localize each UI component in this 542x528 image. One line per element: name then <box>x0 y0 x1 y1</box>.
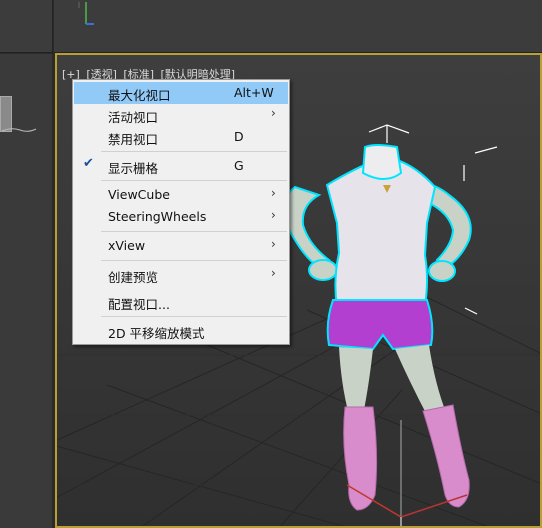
menu-separator <box>101 260 287 261</box>
viewport-top[interactable] <box>54 0 542 53</box>
menu-separator <box>101 180 287 181</box>
menu-item-show-grid[interactable]: ✔ 显示栅格 G <box>74 155 288 177</box>
menu-item-active-viewport[interactable]: 活动视口 › <box>74 104 288 126</box>
menu-item-label: 配置视口... <box>108 297 170 312</box>
menu-item-label: 显示栅格 <box>108 161 159 176</box>
menu-item-2d-pan-zoom[interactable]: 2D 平移缩放模式 <box>74 320 288 342</box>
menu-item-create-preview[interactable]: 创建预览 › <box>74 264 288 286</box>
submenu-arrow-icon: › <box>271 237 276 251</box>
menu-item-shortcut: G <box>234 158 244 173</box>
menu-item-label: 最大化视口 <box>108 88 171 103</box>
viewport-context-menu: 最大化视口 Alt+W 活动视口 › 禁用视口 D ✔ 显示栅格 G ViewC… <box>72 79 290 345</box>
menu-item-label: xView <box>108 238 146 253</box>
menu-item-label: 禁用视口 <box>108 132 159 147</box>
menu-item-label: 活动视口 <box>108 110 159 125</box>
character-model <box>282 144 472 511</box>
menu-item-label: 2D 平移缩放模式 <box>108 326 205 341</box>
menu-item-configure-viewport[interactable]: 配置视口... <box>74 291 288 313</box>
submenu-arrow-icon: › <box>271 266 276 280</box>
checkmark-icon: ✔ <box>83 156 94 171</box>
menu-item-shortcut: D <box>234 129 244 144</box>
menu-item-label: ViewCube <box>108 187 170 202</box>
menu-item-label: 创建预览 <box>108 270 159 285</box>
menu-item-label: SteeringWheels <box>108 209 207 224</box>
viewport-top-left[interactable] <box>0 0 53 53</box>
menu-item-maximize-viewport[interactable]: 最大化视口 Alt+W <box>74 82 288 104</box>
menu-separator <box>101 151 287 152</box>
menu-item-disable-viewport[interactable]: 禁用视口 D <box>74 126 288 148</box>
submenu-arrow-icon: › <box>271 208 276 222</box>
axis-gizmo-icon <box>78 2 94 25</box>
menu-item-steeringwheels[interactable]: SteeringWheels › <box>74 206 288 228</box>
menu-item-xview[interactable]: xView › <box>74 235 288 257</box>
submenu-arrow-icon: › <box>271 106 276 120</box>
menu-separator <box>101 316 287 317</box>
viewport-left-wire-icon <box>1 128 37 132</box>
submenu-arrow-icon: › <box>271 186 276 200</box>
menu-item-viewcube[interactable]: ViewCube › <box>74 184 288 206</box>
menu-separator <box>101 231 287 232</box>
menu-item-shortcut: Alt+W <box>234 85 274 100</box>
